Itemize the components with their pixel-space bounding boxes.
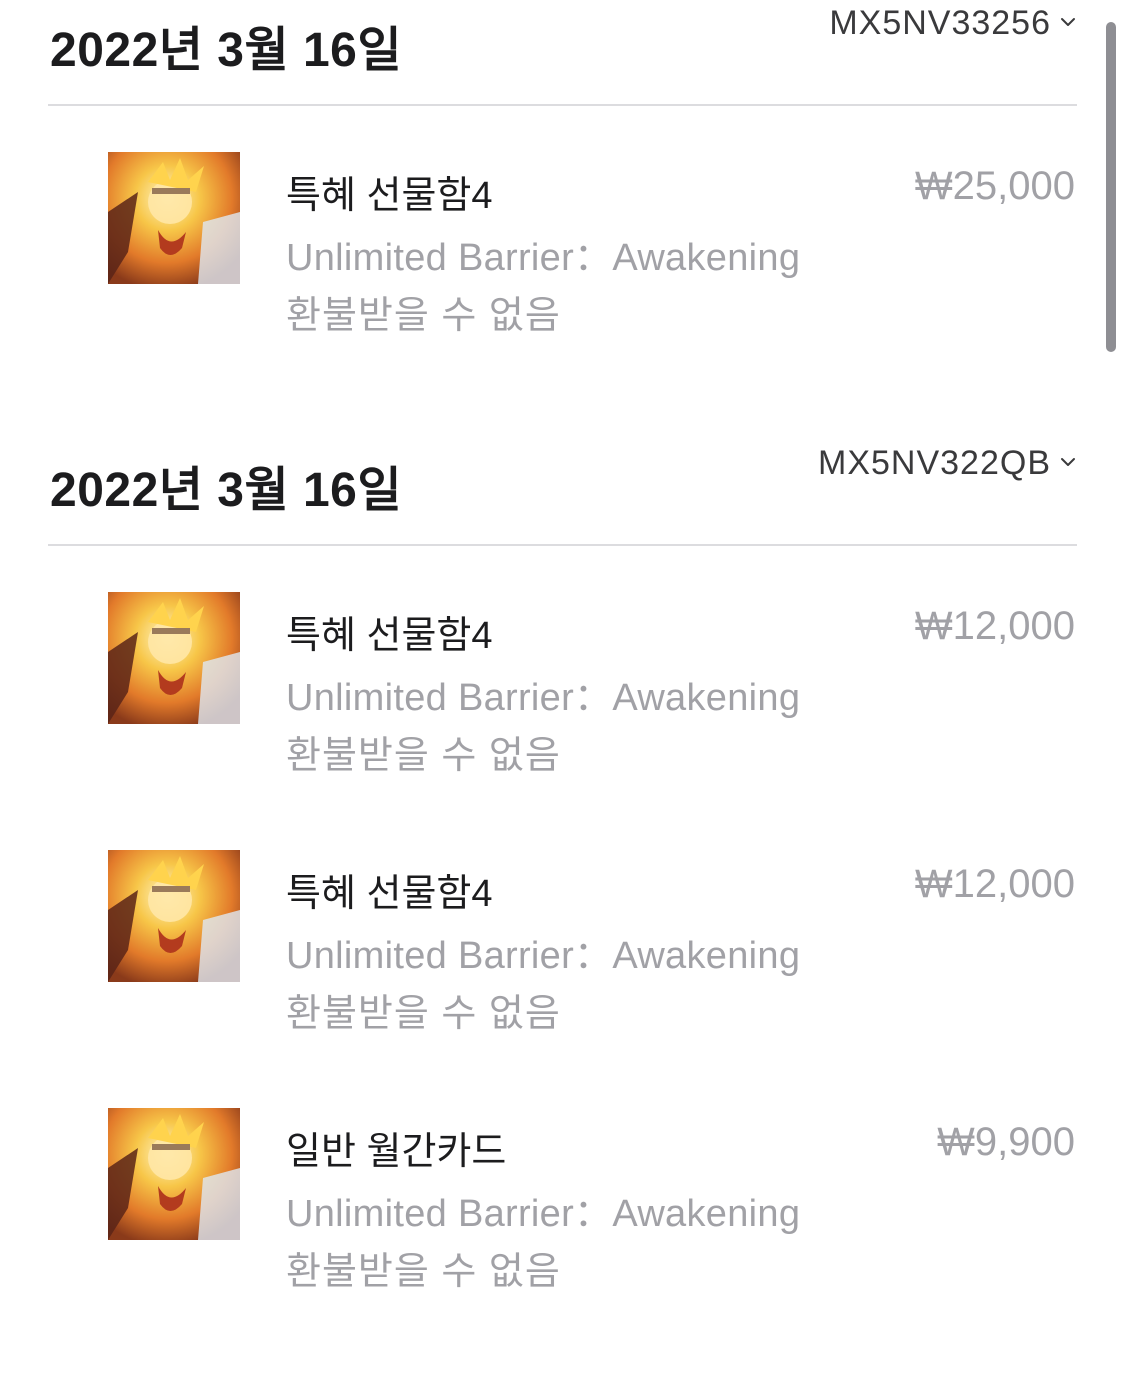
item-price: ₩12,000 bbox=[914, 862, 1075, 906]
purchase-item[interactable]: 특혜 선물함4 Unlimited Barrier：Awakening 환불받을… bbox=[48, 106, 1077, 364]
purchase-item[interactable]: 특혜 선물함4 Unlimited Barrier：Awakening 환불받을… bbox=[48, 546, 1077, 804]
game-app-icon bbox=[108, 592, 240, 724]
order-id-label: MX5NV33256 bbox=[829, 4, 1051, 42]
order-id-dropdown[interactable]: MX5NV33256 bbox=[829, 4, 1077, 43]
game-app-icon bbox=[108, 152, 240, 284]
item-title: 특혜 선물함4 bbox=[286, 175, 493, 217]
item-app-name: Unlimited Barrier：Awakening bbox=[286, 1193, 801, 1235]
item-app-name: Unlimited Barrier：Awakening bbox=[286, 237, 801, 279]
purchase-item[interactable]: 일반 월간카드 Unlimited Barrier：Awakening 환불받을… bbox=[48, 1062, 1077, 1320]
section-header: 2022년 3월 16일 MX5NV322QB bbox=[48, 440, 1077, 546]
item-price: ₩9,900 bbox=[937, 1120, 1075, 1164]
purchase-item[interactable]: 특혜 선물함4 Unlimited Barrier：Awakening 환불받을… bbox=[48, 804, 1077, 1062]
item-refund-note: 환불받을 수 없음 bbox=[286, 993, 561, 1035]
game-app-icon bbox=[108, 1108, 240, 1240]
order-id-dropdown[interactable]: MX5NV322QB bbox=[818, 444, 1077, 483]
item-price: ₩12,000 bbox=[914, 604, 1075, 648]
item-refund-note: 환불받을 수 없음 bbox=[286, 295, 561, 337]
section-header: 2022년 3월 16일 MX5NV33256 bbox=[48, 0, 1077, 106]
item-refund-note: 환불받을 수 없음 bbox=[286, 1251, 561, 1293]
purchase-section: 2022년 3월 16일 MX5NV33256 특혜 선물함4 Unlimite… bbox=[48, 0, 1077, 364]
scrollbar[interactable] bbox=[1106, 22, 1116, 352]
item-refund-note: 환불받을 수 없음 bbox=[286, 735, 561, 777]
item-title: 특혜 선물함4 bbox=[286, 615, 493, 657]
item-app-name: Unlimited Barrier：Awakening bbox=[286, 935, 801, 977]
purchase-date: 2022년 3월 16일 bbox=[50, 464, 403, 517]
item-title: 일반 월간카드 bbox=[286, 1131, 507, 1173]
chevron-down-icon bbox=[1061, 457, 1075, 466]
game-app-icon bbox=[108, 850, 240, 982]
item-app-name: Unlimited Barrier：Awakening bbox=[286, 677, 801, 719]
purchase-date: 2022년 3월 16일 bbox=[50, 24, 403, 77]
order-id-label: MX5NV322QB bbox=[818, 444, 1051, 482]
chevron-down-icon bbox=[1061, 17, 1075, 26]
item-price: ₩25,000 bbox=[914, 164, 1075, 208]
purchase-section: 2022년 3월 16일 MX5NV322QB 특혜 선물함4 Unlimite… bbox=[48, 440, 1077, 1320]
item-title: 특혜 선물함4 bbox=[286, 873, 493, 915]
